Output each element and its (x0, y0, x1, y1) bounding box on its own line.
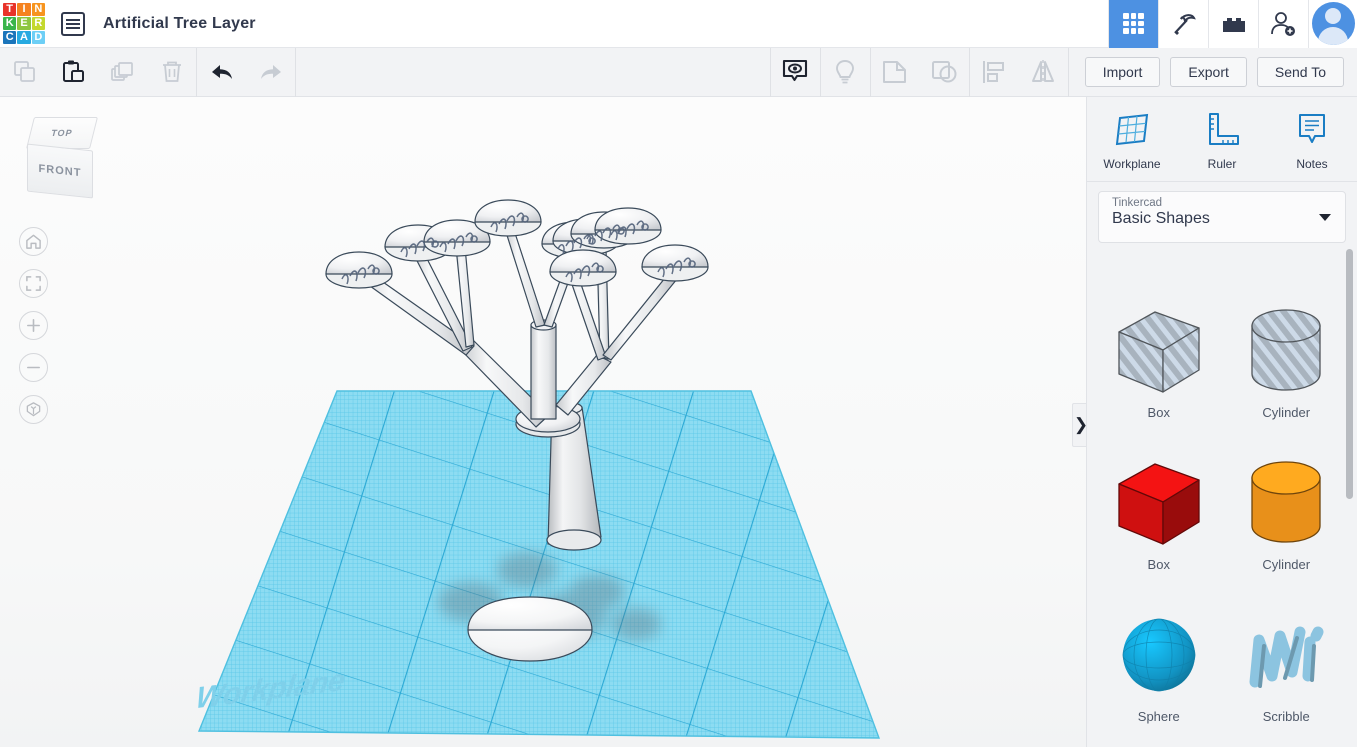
send-to-button[interactable]: Send To (1256, 57, 1344, 87)
3d-canvas[interactable]: Workplane TOP FRONT (0, 97, 1086, 747)
show-hide-button[interactable] (771, 48, 820, 97)
shape-label: Cylinder (1262, 557, 1311, 572)
shape-label: Sphere (1137, 709, 1180, 724)
redo-button[interactable] (246, 48, 295, 97)
minus-icon (27, 366, 40, 369)
shape-list[interactable]: Box Cylinder Box Cylinder Sphere Scribble (1087, 275, 1357, 747)
shape-label: Box (1147, 405, 1170, 420)
notes-bubble-icon (1299, 114, 1325, 143)
tinkercad-logo[interactable]: TINKERCAD (1, 1, 47, 47)
logo-tile-n: N (31, 2, 45, 16)
shape-cylinder-hole[interactable]: Cylinder (1223, 293, 1351, 445)
group-button[interactable] (871, 48, 920, 97)
logo-tile-i: I (17, 2, 31, 16)
library-owner: Tinkercad (1112, 197, 1163, 209)
zoom-in-button[interactable] (19, 311, 48, 340)
ruler-tool[interactable]: Ruler (1177, 105, 1267, 177)
workplane-grid-icon (1115, 113, 1149, 146)
arrange-tools (970, 48, 1068, 97)
shapes-panel: Workplane Ruler Notes Tinkercad Basic Sh (1086, 97, 1357, 747)
group-tools (871, 48, 969, 97)
list-menu-icon[interactable] (61, 11, 85, 36)
pickaxe-icon[interactable] (1158, 0, 1208, 48)
cube-projection-icon (26, 402, 41, 417)
panel-tool-row: Workplane Ruler Notes (1087, 97, 1357, 177)
logo-tile-e: E (17, 16, 31, 31)
home-icon (26, 234, 41, 249)
shape-cylinder-orange-thumbnail (1223, 451, 1351, 555)
paste-button[interactable] (49, 48, 98, 97)
file-actions: Import Export Send To (1069, 57, 1357, 87)
workplane-tool-label: Workplane (1103, 157, 1161, 171)
import-button[interactable]: Import (1084, 57, 1161, 87)
panel-divider (1087, 181, 1357, 182)
edit-toolbar: Import Export Send To (0, 47, 1357, 97)
shape-box-hole-thumbnail (1095, 299, 1223, 403)
fit-frame-icon (26, 276, 41, 291)
delete-button[interactable] (147, 48, 196, 97)
align-button[interactable] (970, 48, 1019, 97)
ruler-icon (1209, 113, 1239, 145)
add-person-icon[interactable] (1258, 0, 1308, 48)
shape-label: Cylinder (1262, 405, 1311, 420)
clipboard-tools (0, 48, 196, 97)
logo-tile-t: T (3, 2, 17, 16)
shape-sphere-blue[interactable]: Sphere (1095, 597, 1223, 747)
page-title: Artificial Tree Layer (103, 14, 256, 32)
blocks-brick-icon[interactable] (1208, 0, 1258, 48)
logo-tile-d: D (31, 31, 45, 45)
plus-icon (27, 319, 40, 332)
notes-tool-label: Notes (1296, 157, 1328, 171)
duplicate-button[interactable] (98, 48, 147, 97)
shape-scribble-thumbnail (1223, 603, 1351, 707)
shape-sphere-blue-thumbnail (1095, 603, 1223, 707)
shape-box-red-thumbnail (1095, 451, 1223, 555)
view-orientation-cube[interactable]: TOP FRONT (22, 117, 102, 203)
shape-library-dropdown[interactable]: Tinkercad Basic Shapes (1098, 191, 1346, 243)
undo-button[interactable] (197, 48, 246, 97)
avatar[interactable] (1308, 0, 1357, 48)
logo-tile-r: R (31, 16, 45, 31)
shapes-scrollbar[interactable] (1346, 249, 1353, 499)
gallery-grid-icon[interactable] (1108, 0, 1158, 48)
shape-box-hole[interactable]: Box (1095, 293, 1223, 445)
light-button[interactable] (821, 48, 870, 97)
history-tools (197, 48, 295, 97)
notes-tool[interactable]: Notes (1267, 105, 1357, 177)
export-button[interactable]: Export (1170, 57, 1247, 87)
toolbar-divider (295, 47, 296, 97)
shape-scribble[interactable]: Scribble (1223, 597, 1351, 747)
zoom-out-button[interactable] (19, 353, 48, 382)
logo-tile-k: K (3, 16, 17, 31)
top-bar-right-actions (1108, 0, 1357, 48)
workplane-tool[interactable]: Workplane (1087, 105, 1177, 177)
shape-label: Box (1147, 557, 1170, 572)
shape-cylinder-hole-thumbnail (1223, 299, 1351, 403)
viewcube-front-face[interactable]: FRONT (27, 143, 93, 199)
visibility-tools (771, 48, 820, 97)
mirror-button[interactable] (1019, 48, 1068, 97)
shape-box-red[interactable]: Box (1095, 445, 1223, 597)
fit-view-button[interactable] (19, 269, 48, 298)
chevron-down-icon (1319, 214, 1331, 221)
logo-tile-a: A (17, 31, 31, 45)
light-tools (821, 48, 870, 97)
workplane-scene (197, 199, 881, 739)
top-bar: TINKERCAD Artificial Tree Layer (0, 0, 1357, 48)
logo-tile-c: C (3, 31, 17, 45)
projection-toggle-button[interactable] (19, 395, 48, 424)
copy-button[interactable] (0, 48, 49, 97)
ruler-tool-label: Ruler (1207, 157, 1237, 171)
library-collection: Basic Shapes (1112, 210, 1210, 227)
ungroup-button[interactable] (920, 48, 969, 97)
home-view-button[interactable] (19, 227, 48, 256)
shape-cylinder-orange[interactable]: Cylinder (1223, 445, 1351, 597)
shape-label: Scribble (1262, 709, 1310, 724)
